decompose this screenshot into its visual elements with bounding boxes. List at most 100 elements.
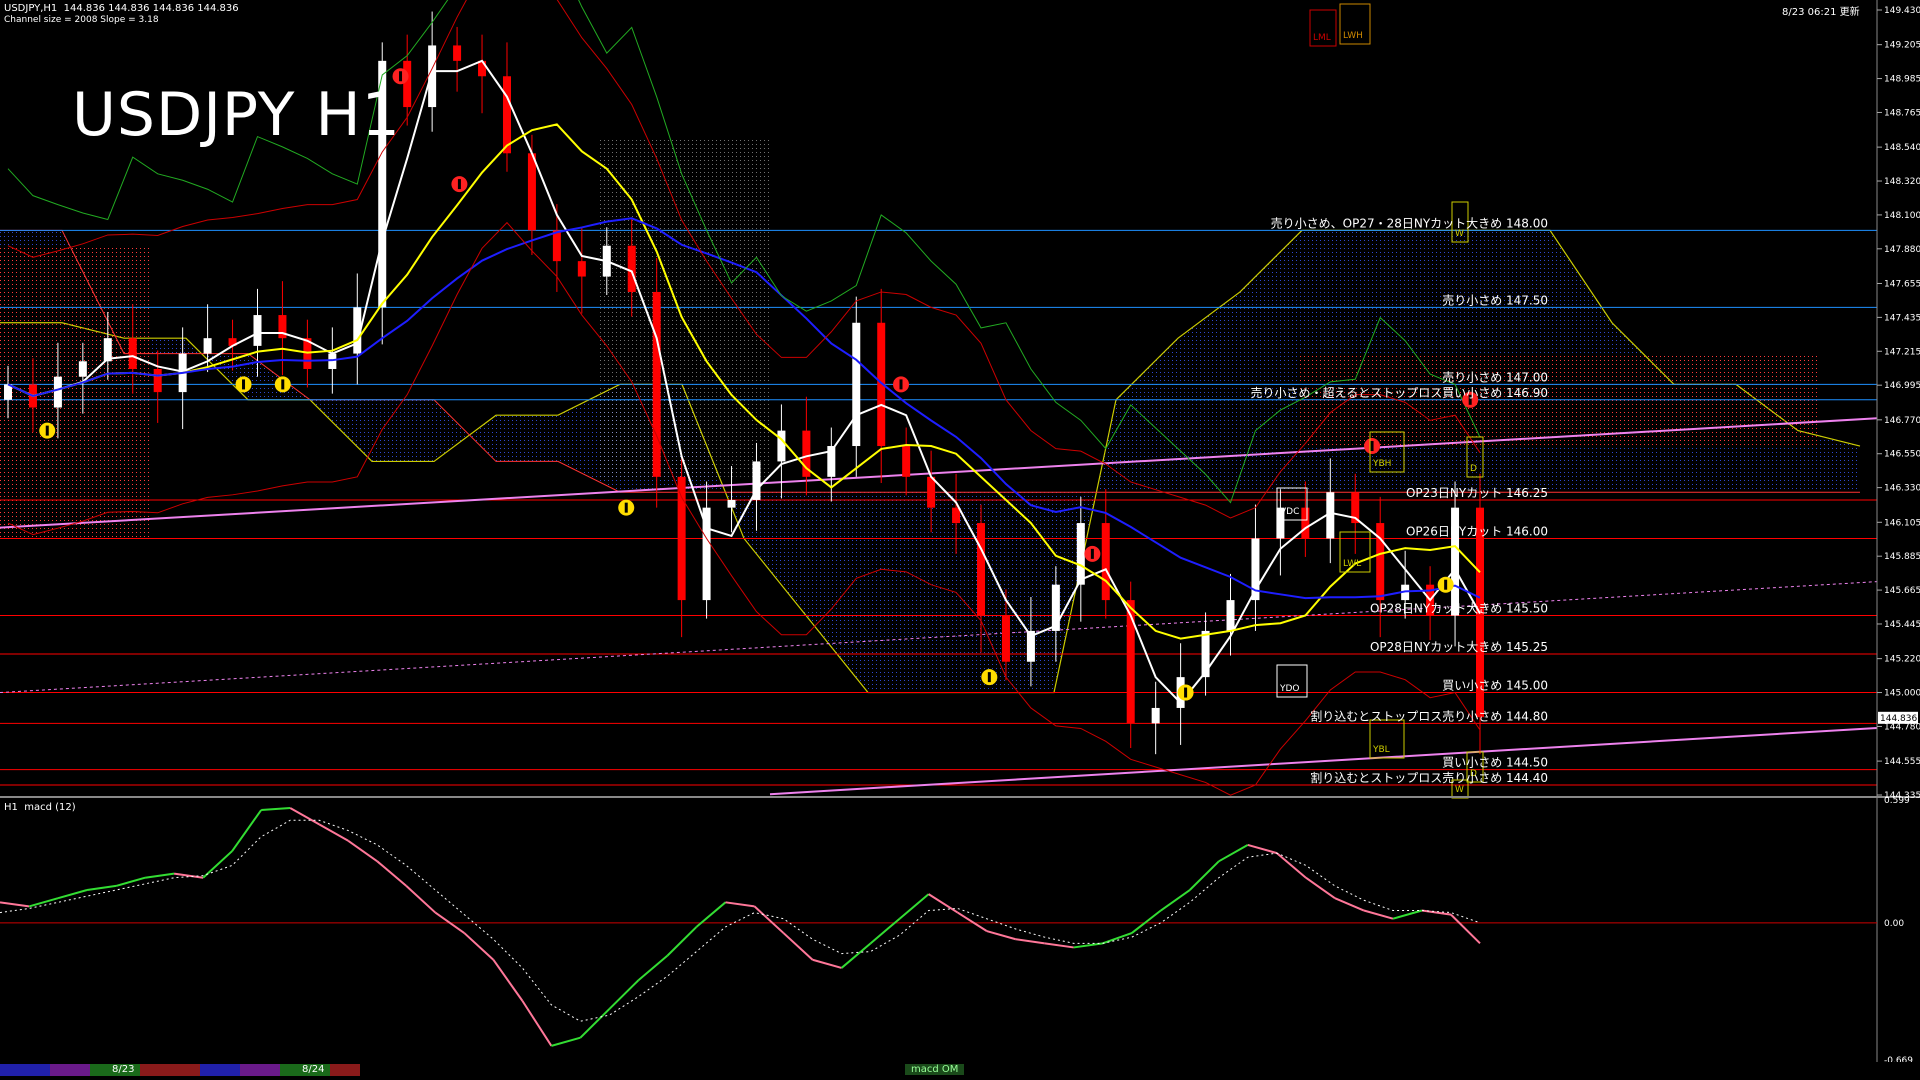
candle-body <box>1126 600 1135 724</box>
candle-body <box>977 523 986 616</box>
macd-segment <box>86 884 117 892</box>
macd-segment <box>28 897 59 908</box>
y-tick-label: 146.995 <box>1884 381 1920 391</box>
current-price-label: 144.836 <box>1880 714 1917 724</box>
macd-segment <box>1015 938 1045 945</box>
y-tick-label: 146.330 <box>1884 484 1920 494</box>
candle-body <box>403 60 412 108</box>
session-bar <box>140 1064 200 1076</box>
y-tick-label: 147.435 <box>1884 313 1920 323</box>
candle-body <box>627 245 636 292</box>
level-label: 割り込むとストップロス売り小さめ 144.80 <box>1310 708 1548 723</box>
candle-body <box>1301 507 1310 539</box>
macd-segment <box>289 807 320 826</box>
y-tick-label: 149.205 <box>1884 41 1920 51</box>
macd-segment <box>1044 942 1074 949</box>
y-tick-label: 145.000 <box>1884 689 1920 699</box>
macd-segment <box>1305 876 1336 900</box>
reference-box-label: W <box>1455 229 1464 239</box>
macd-segment <box>1334 897 1365 912</box>
macd-segment <box>57 889 88 900</box>
macd-segment <box>579 1008 611 1039</box>
candle-body <box>128 338 137 369</box>
level-label: OP26日NYカット 146.00 <box>1406 524 1548 538</box>
reference-box-label: YBH <box>1372 459 1391 469</box>
macd-panel: 0.5990.00-0.669 <box>0 796 1913 1066</box>
y-tick-label: 148.540 <box>1884 143 1920 153</box>
macd-segment <box>637 954 669 981</box>
candle-body <box>453 45 462 61</box>
session-bar <box>0 1064 50 1076</box>
reference-box-label: YDO <box>1279 684 1300 694</box>
marker-glyph <box>987 672 991 683</box>
marker-glyph <box>1184 687 1188 698</box>
level-label: OP28日NYカット大きめ 145.50 <box>1370 602 1548 616</box>
session-bar <box>240 1064 280 1076</box>
candle-body <box>777 430 786 462</box>
candle-body <box>527 153 536 231</box>
level-label: 買い小さめ 145.00 <box>1442 679 1548 693</box>
candle-body <box>1201 630 1210 678</box>
candle-body <box>78 361 87 377</box>
candle-body <box>253 315 262 346</box>
channel-info: Channel size = 2008 Slope = 3.18 <box>4 15 159 25</box>
level-label: OP23日NYカット 146.25 <box>1406 486 1548 500</box>
y-tick-label: 147.880 <box>1884 245 1920 255</box>
macd-segment <box>840 942 872 969</box>
macd-tick-label: 0.00 <box>1884 919 1904 929</box>
candle-body <box>552 230 561 262</box>
macd-segment <box>463 932 495 961</box>
candle-body <box>1076 523 1085 585</box>
macd-segment <box>1189 860 1220 891</box>
candle-body <box>1376 523 1385 601</box>
macd-segment <box>1160 889 1191 912</box>
macd-segment <box>115 876 146 887</box>
level-label: OP28日NYカット大きめ 145.25 <box>1370 640 1548 654</box>
indicator-tab[interactable]: macd OM <box>905 1064 965 1075</box>
candle-body <box>1001 615 1010 662</box>
macd-segment <box>782 932 814 961</box>
macd-segment <box>1363 909 1394 920</box>
macd-tick-label: 0.599 <box>1884 796 1910 806</box>
candle-body <box>53 376 62 408</box>
candle-body <box>328 353 337 369</box>
y-tick-label: 145.665 <box>1884 586 1920 596</box>
macd-segment <box>144 872 175 879</box>
session-bar <box>330 1064 360 1076</box>
level-label: 売り小さめ・超えるとストップロス買い小さめ 146.90 <box>1251 385 1548 400</box>
macd-segment <box>666 926 698 957</box>
macd-segment <box>986 930 1016 941</box>
date-label: 8/23 <box>112 1064 135 1075</box>
candle-body <box>1151 707 1160 724</box>
macd-segment <box>1218 844 1249 863</box>
reference-box-label: D <box>1470 464 1477 474</box>
level-label: 割り込むとストップロス売り小さめ 144.40 <box>1310 770 1548 785</box>
macd-segment <box>0 901 30 908</box>
macd-segment <box>551 1036 581 1047</box>
y-tick-label: 147.655 <box>1884 279 1920 289</box>
candle-body <box>902 446 911 477</box>
reference-box-label: YBL <box>1372 745 1390 755</box>
marker-glyph <box>1444 579 1448 590</box>
y-tick-label: 148.985 <box>1884 75 1920 85</box>
candle-body <box>677 476 686 601</box>
candle-body <box>727 499 736 508</box>
marker-glyph <box>242 379 246 390</box>
candle-body <box>952 507 961 524</box>
marker-glyph <box>281 379 285 390</box>
macd-segment <box>261 806 291 812</box>
marker-glyph <box>1370 441 1374 452</box>
y-tick-label: 146.550 <box>1884 450 1920 460</box>
macd-segment <box>753 905 785 934</box>
macd-segment <box>1450 913 1481 945</box>
macd-signal <box>0 819 1481 1022</box>
session-bar <box>50 1064 90 1076</box>
y-tick-label: 148.100 <box>1884 211 1920 221</box>
macd-segment <box>1073 942 1103 949</box>
level-label: 売り小さめ、OP27・28日NYカット大きめ 148.00 <box>1271 215 1548 230</box>
y-tick-label: 146.770 <box>1884 416 1920 426</box>
marker-glyph <box>899 379 903 390</box>
candle-body <box>1101 523 1110 601</box>
marker-glyph <box>457 179 461 190</box>
ichimoku-cloud <box>0 137 1861 694</box>
